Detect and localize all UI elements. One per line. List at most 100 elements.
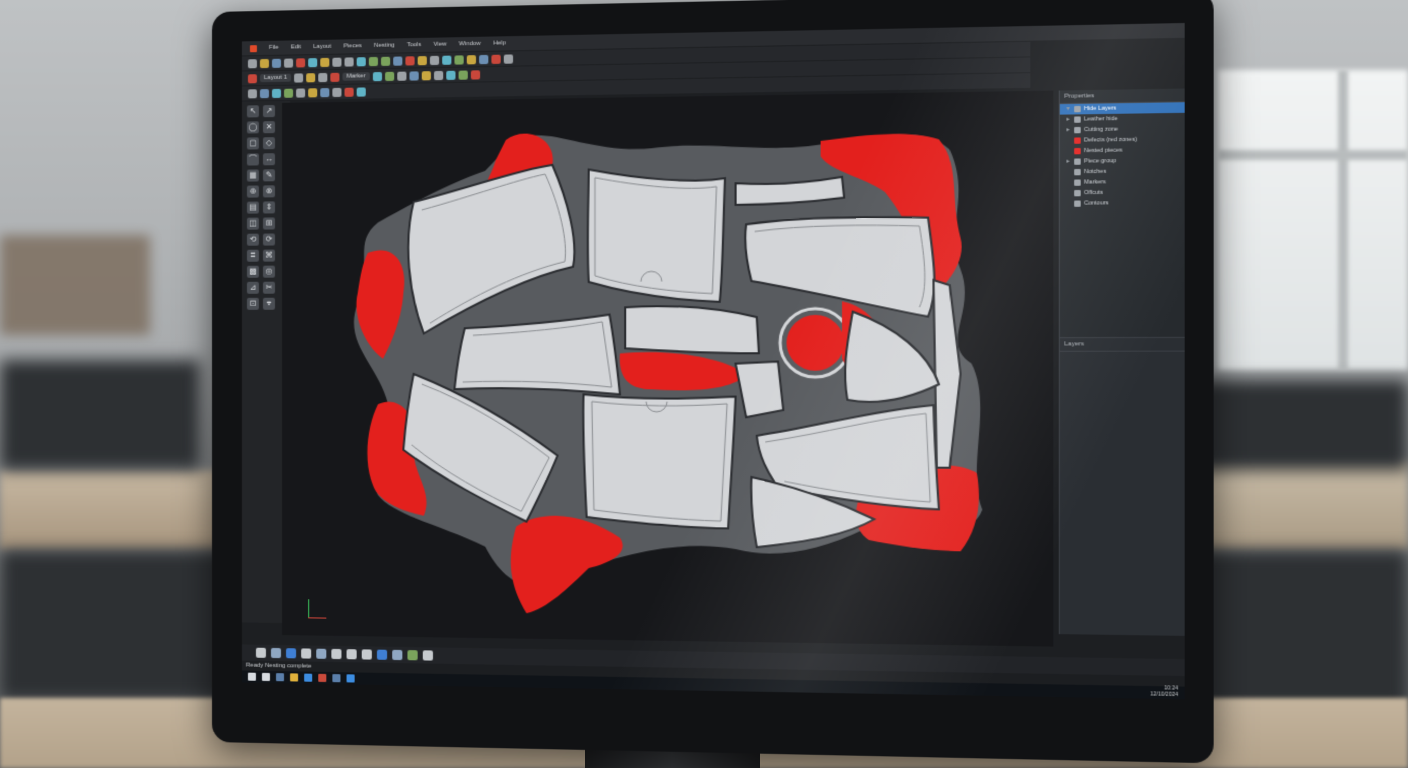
- hide-icon[interactable]: [320, 87, 330, 97]
- grid-tool-icon[interactable]: ⊞: [262, 217, 275, 230]
- target-tool-icon[interactable]: ◎: [262, 265, 275, 278]
- cut-icon[interactable]: [296, 57, 306, 67]
- contour-icon[interactable]: [271, 88, 282, 98]
- arrow-icon[interactable]: [247, 88, 257, 98]
- warning-icon[interactable]: [344, 87, 354, 97]
- defect-icon[interactable]: [491, 54, 501, 64]
- panel-tool-icon[interactable]: ◫: [246, 217, 259, 230]
- group-icon[interactable]: [409, 70, 419, 81]
- file-explorer-icon[interactable]: [290, 673, 299, 682]
- settings-icon[interactable]: [503, 53, 514, 64]
- link-icon[interactable]: [407, 650, 418, 661]
- expand-icon[interactable]: ▸: [1066, 117, 1070, 123]
- notch-icon[interactable]: [284, 88, 294, 98]
- direct-select-icon[interactable]: ↗: [262, 105, 275, 118]
- pattern-tool-icon[interactable]: ⌗: [246, 249, 259, 262]
- menu-tools[interactable]: Tools: [407, 42, 421, 48]
- task-view-icon[interactable]: [275, 673, 285, 682]
- image-icon[interactable]: [270, 647, 282, 659]
- position-tool-icon[interactable]: ⌖: [262, 297, 275, 310]
- fit-view-icon[interactable]: [393, 55, 403, 66]
- rotate-right-icon[interactable]: ⟳: [262, 233, 275, 246]
- nesting-canvas[interactable]: [282, 90, 1054, 647]
- label-icon[interactable]: [296, 87, 306, 98]
- menu-view[interactable]: View: [433, 41, 446, 47]
- gear-icon[interactable]: [422, 650, 433, 661]
- redo-icon[interactable]: [344, 56, 354, 67]
- align-icon[interactable]: [384, 71, 394, 81]
- vertex-icon[interactable]: [306, 72, 316, 82]
- undo-icon[interactable]: [332, 57, 342, 67]
- copy-icon[interactable]: [308, 57, 318, 67]
- print-icon[interactable]: [284, 57, 294, 68]
- hatch-tool-icon[interactable]: ▤: [246, 201, 259, 214]
- measure-icon[interactable]: [479, 54, 489, 64]
- save-icon[interactable]: [271, 58, 282, 68]
- marker-icon[interactable]: [346, 649, 357, 660]
- page-icon[interactable]: [301, 648, 312, 659]
- menu-edit[interactable]: Edit: [291, 44, 301, 50]
- chart-icon[interactable]: [392, 649, 403, 661]
- menu-window[interactable]: Window: [459, 41, 481, 48]
- texture-tool-icon[interactable]: ▩: [246, 265, 259, 278]
- grid-view-icon[interactable]: [316, 648, 327, 659]
- grid-icon[interactable]: [429, 55, 440, 65]
- frame-tool-icon[interactable]: ⊡: [246, 297, 259, 310]
- menu-help[interactable]: Help: [493, 40, 506, 46]
- move-icon[interactable]: [372, 71, 382, 81]
- expand-icon[interactable]: ▾: [1066, 106, 1070, 112]
- menu-file[interactable]: File: [269, 45, 279, 51]
- menu-nesting[interactable]: Nesting: [374, 42, 395, 48]
- array-icon[interactable]: [433, 70, 443, 80]
- refresh-icon[interactable]: [356, 86, 366, 97]
- globe-icon[interactable]: [376, 649, 388, 660]
- browser-icon[interactable]: [304, 673, 313, 682]
- expand-icon[interactable]: ▸: [1066, 159, 1070, 165]
- fill-tool-icon[interactable]: ▦: [246, 169, 259, 182]
- rotate-icon[interactable]: [405, 55, 415, 66]
- circle-tool-icon[interactable]: ◯: [246, 121, 259, 134]
- pen-tool-icon[interactable]: ✎: [262, 169, 275, 182]
- stop-icon[interactable]: [330, 72, 340, 82]
- trim-icon[interactable]: [458, 69, 468, 80]
- new-file-icon[interactable]: [247, 58, 257, 68]
- zoom-out-icon[interactable]: [381, 56, 391, 66]
- export-icon[interactable]: [332, 87, 342, 97]
- cad-app-icon[interactable]: [318, 673, 327, 683]
- layout-selector[interactable]: Layout 1: [259, 73, 292, 83]
- expand-icon[interactable]: ▸: [1066, 127, 1070, 133]
- angle-tool-icon[interactable]: ⊿: [246, 281, 259, 294]
- layers-stack-icon[interactable]: [286, 648, 297, 659]
- search-icon[interactable]: [261, 672, 270, 682]
- zoom-in-icon[interactable]: [368, 56, 378, 66]
- mirror-icon[interactable]: [396, 71, 407, 81]
- record-icon[interactable]: [247, 73, 257, 83]
- line-tool-icon[interactable]: [318, 72, 328, 82]
- diamond-tool-icon[interactable]: ◇: [262, 137, 275, 150]
- pattern-piece[interactable]: [625, 306, 759, 354]
- menu-layout[interactable]: Layout: [313, 44, 331, 50]
- stretch-tool-icon[interactable]: ⇕: [262, 201, 275, 214]
- paste-icon[interactable]: [320, 57, 330, 67]
- piece-icon[interactable]: [259, 88, 269, 98]
- pattern-piece[interactable]: [454, 315, 619, 395]
- arc-tool-icon[interactable]: ⌒: [246, 153, 259, 166]
- measure-tool-icon[interactable]: ↔: [262, 153, 275, 166]
- check-icon[interactable]: [294, 72, 304, 83]
- layers-icon[interactable]: [466, 54, 477, 64]
- quality-icon[interactable]: [308, 87, 318, 97]
- open-folder-icon[interactable]: [259, 58, 269, 68]
- tree-item[interactable]: Contours: [1060, 197, 1185, 209]
- mail-icon[interactable]: [332, 674, 341, 683]
- dotted-select-icon[interactable]: [255, 647, 266, 658]
- start-button-icon[interactable]: [247, 672, 256, 681]
- ungroup-icon[interactable]: [421, 70, 431, 80]
- pattern-piece[interactable]: [583, 394, 735, 528]
- menu-pieces[interactable]: Pieces: [344, 43, 362, 49]
- flip-icon[interactable]: [417, 55, 427, 65]
- rectangle-tool-icon[interactable]: ▢: [246, 137, 259, 150]
- snap-icon[interactable]: [442, 55, 452, 65]
- pencil-icon[interactable]: [361, 649, 372, 660]
- marker-selector[interactable]: Marker: [342, 72, 370, 81]
- scissors-icon[interactable]: ✂: [262, 281, 275, 294]
